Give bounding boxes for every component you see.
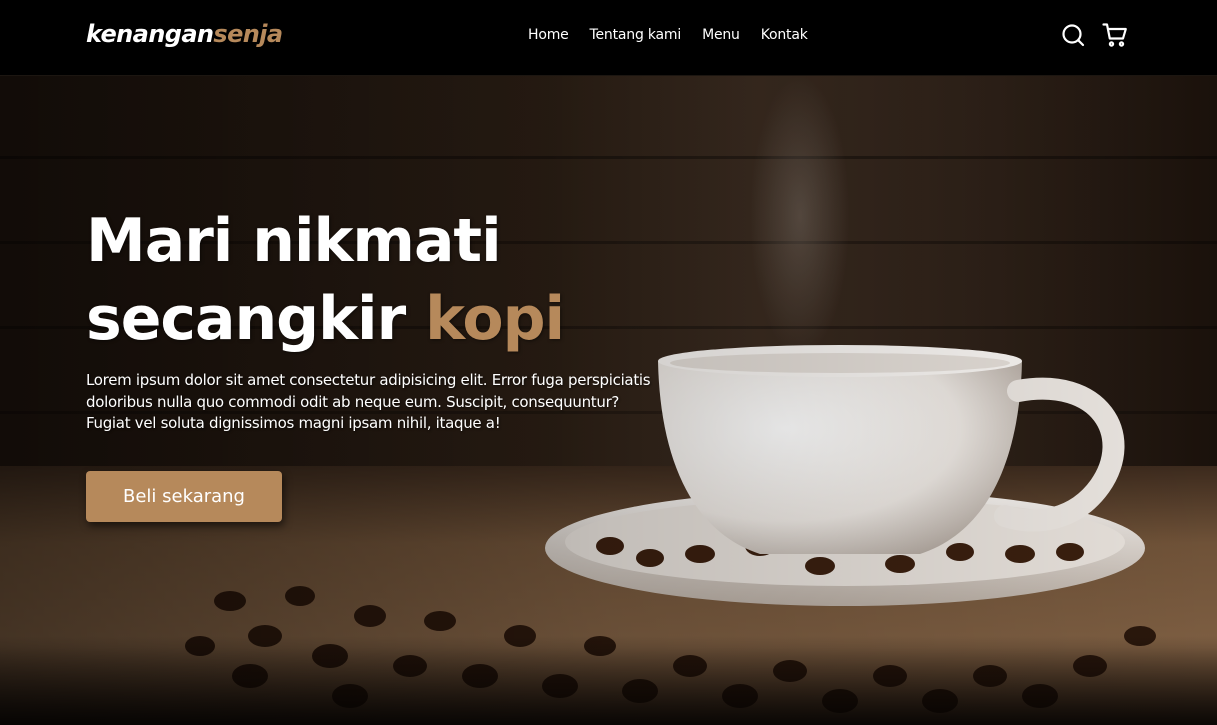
navbar: kenangansenja Home Tentang kami Menu Kon… bbox=[0, 0, 1217, 76]
hero-section: Mari nikmati secangkir kopi Lorem ipsum … bbox=[0, 76, 1217, 725]
hero-description-line3: Fugiat vel soluta dignissimos magni ipsa… bbox=[86, 414, 501, 432]
nav-icons bbox=[1060, 22, 1128, 48]
nav-link-menu[interactable]: Menu bbox=[702, 27, 740, 43]
shopping-cart-icon[interactable] bbox=[1102, 22, 1128, 48]
buy-now-button[interactable]: Beli sekarang bbox=[86, 471, 282, 522]
hero-title: Mari nikmati secangkir kopi bbox=[86, 202, 706, 358]
hero-title-accent: kopi bbox=[425, 284, 565, 354]
brand-logo[interactable]: kenangansenja bbox=[86, 20, 283, 48]
hero-description-line2: doloribus nulla quo commodi odit ab nequ… bbox=[86, 392, 620, 411]
nav-link-home[interactable]: Home bbox=[528, 27, 569, 43]
brand-logo-part1: kenangan bbox=[86, 20, 214, 48]
hero-content: Mari nikmati secangkir kopi Lorem ipsum … bbox=[86, 202, 706, 522]
search-icon[interactable] bbox=[1060, 22, 1086, 48]
nav-link-kontak[interactable]: Kontak bbox=[761, 27, 808, 43]
hero-description: Lorem ipsum dolor sit amet consectetur a… bbox=[86, 370, 686, 435]
landing-page: kenangansenja Home Tentang kami Menu Kon… bbox=[0, 0, 1217, 725]
hero-title-line1: Mari nikmati bbox=[86, 206, 502, 276]
nav-links: Home Tentang kami Menu Kontak bbox=[528, 27, 808, 43]
nav-link-tentang-kami[interactable]: Tentang kami bbox=[590, 27, 682, 43]
hero-title-line2-prefix: secangkir bbox=[86, 284, 406, 354]
hero-description-line1: Lorem ipsum dolor sit amet consectetur a… bbox=[86, 371, 651, 389]
brand-logo-part2: senja bbox=[213, 20, 283, 48]
